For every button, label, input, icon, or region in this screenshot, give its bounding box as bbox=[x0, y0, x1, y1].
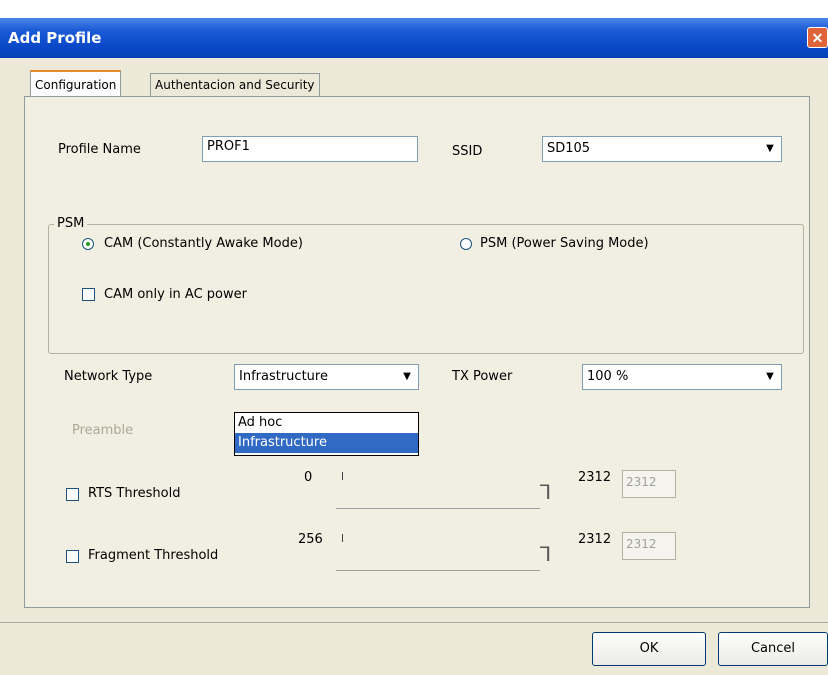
dropdown-arrow-icon[interactable]: ▼ bbox=[398, 367, 416, 387]
ssid-combo[interactable]: SD105 ▼ bbox=[542, 136, 782, 162]
fragment-max-label: 2312 bbox=[578, 532, 612, 547]
footer-separator bbox=[0, 622, 828, 623]
preamble-label: Preamble bbox=[72, 423, 134, 438]
fragment-threshold-checkbox[interactable] bbox=[66, 550, 79, 563]
rts-min-label: 0 bbox=[304, 470, 313, 485]
cancel-button[interactable]: Cancel bbox=[718, 632, 828, 666]
ok-button[interactable]: OK bbox=[592, 632, 706, 666]
add-profile-dialog: Add Profile ✕ Configuration Authentacion… bbox=[0, 18, 828, 675]
rts-slider-track[interactable] bbox=[336, 508, 540, 509]
close-button[interactable]: ✕ bbox=[807, 27, 828, 48]
cam-label: CAM (Constantly Awake Mode) bbox=[104, 236, 303, 251]
rts-threshold-label: RTS Threshold bbox=[88, 486, 181, 501]
tx-power-label: TX Power bbox=[452, 369, 513, 384]
network-type-dropdown-list[interactable]: Ad hoc Infrastructure bbox=[234, 412, 419, 456]
tx-power-combo[interactable]: 100 % ▼ bbox=[582, 364, 782, 390]
network-type-label: Network Type bbox=[64, 369, 153, 384]
psm-radio[interactable] bbox=[460, 238, 472, 250]
rts-value-box: 2312 bbox=[622, 470, 676, 498]
fragment-min-label: 256 bbox=[298, 532, 323, 547]
profile-name-input[interactable]: PROF1 bbox=[202, 136, 418, 162]
fragment-slider-track[interactable] bbox=[336, 570, 540, 571]
option-ad-hoc[interactable]: Ad hoc bbox=[235, 413, 418, 433]
option-infrastructure[interactable]: Infrastructure bbox=[235, 433, 418, 453]
fragment-slider-tick bbox=[342, 534, 343, 542]
dropdown-arrow-icon[interactable]: ▼ bbox=[761, 139, 779, 159]
fragment-slider-thumb-icon[interactable]: ⅂ bbox=[540, 542, 551, 567]
tx-power-value: 100 % bbox=[587, 369, 629, 384]
tab-authentication-security[interactable]: Authentacion and Security bbox=[150, 73, 320, 97]
fragment-threshold-label: Fragment Threshold bbox=[88, 548, 219, 563]
rts-slider-tick bbox=[342, 472, 343, 480]
title-bar[interactable]: Add Profile ✕ bbox=[0, 18, 828, 58]
rts-threshold-checkbox[interactable] bbox=[66, 488, 79, 501]
rts-max-label: 2312 bbox=[578, 470, 612, 485]
tab-configuration[interactable]: Configuration bbox=[30, 70, 122, 98]
cam-ac-power-checkbox[interactable] bbox=[82, 288, 95, 301]
psm-label: PSM (Power Saving Mode) bbox=[480, 236, 649, 251]
network-type-value: Infrastructure bbox=[239, 369, 328, 384]
rts-slider-thumb-icon[interactable]: ⅂ bbox=[540, 480, 551, 505]
network-type-combo[interactable]: Infrastructure ▼ bbox=[234, 364, 419, 390]
cam-ac-power-label: CAM only in AC power bbox=[104, 287, 247, 302]
window-title: Add Profile bbox=[8, 29, 102, 47]
fragment-value-box: 2312 bbox=[622, 532, 676, 560]
ssid-label: SSID bbox=[452, 144, 483, 159]
cam-radio[interactable] bbox=[82, 238, 94, 250]
ssid-value: SD105 bbox=[547, 141, 591, 156]
profile-name-label: Profile Name bbox=[58, 142, 141, 157]
dropdown-arrow-icon[interactable]: ▼ bbox=[761, 367, 779, 387]
psm-group-label: PSM bbox=[54, 216, 88, 231]
